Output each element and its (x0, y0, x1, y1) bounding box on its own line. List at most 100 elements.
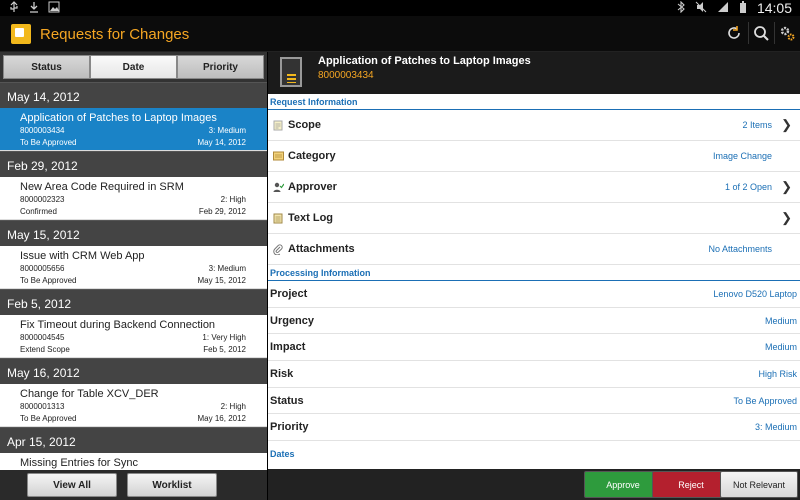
item-status: To Be Approved (20, 414, 77, 423)
row-label: Scope (288, 119, 322, 131)
clock: 14:05 (756, 0, 792, 16)
row-label: Approver (288, 181, 337, 193)
app-title: Requests for Changes (40, 26, 190, 43)
action-bar: Requests for Changes (0, 16, 800, 52)
item-title: Issue with CRM Web App (20, 250, 145, 262)
detail-title: Application of Patches to Laptop Images (318, 55, 531, 67)
text-log-row[interactable]: Text Log ❯ (268, 203, 800, 234)
item-date: Feb 5, 2012 (203, 345, 246, 354)
row-value: To Be Approved (733, 395, 797, 406)
row-value: Medium (764, 342, 797, 353)
search-icon[interactable] (748, 22, 770, 44)
item-status: Extend Scope (20, 345, 70, 354)
item-id: 8000002323 (20, 195, 65, 204)
row-label: Risk (270, 367, 294, 380)
chevron-right-icon: ❯ (781, 117, 792, 132)
list-item[interactable]: Application of Patches to Laptop Images … (0, 108, 267, 151)
item-priority: 3: Medium (208, 126, 246, 135)
detail-action-bar: Approve Reject Not Relevant (268, 469, 800, 500)
item-title: Change for Table XCV_DER (20, 388, 159, 400)
row-label: Project (270, 287, 308, 300)
item-date: May 14, 2012 (197, 138, 246, 147)
chevron-right-icon: ❯ (781, 210, 792, 225)
urgency-row: Urgency Medium (268, 308, 800, 335)
project-row: Project Lenovo D520 Laptop (268, 281, 800, 308)
list-item[interactable]: Issue with CRM Web App 8000005656 3: Medi… (0, 246, 267, 289)
list-item[interactable]: Missing Entries for Sync (0, 453, 267, 470)
approve-button[interactable]: Approve (584, 471, 662, 498)
battery-icon (739, 0, 747, 16)
detail-header: Application of Patches to Laptop Images … (268, 52, 800, 94)
status-row: Status To Be Approved (268, 388, 800, 415)
group-header: Feb 5, 2012 (0, 289, 267, 315)
list-item[interactable]: New Area Code Required in SRM 8000002323… (0, 177, 267, 220)
text-log-icon (272, 212, 284, 224)
group-header: May 15, 2012 (0, 220, 267, 246)
row-value: 2 Items (742, 120, 772, 130)
item-date: May 16, 2012 (197, 414, 246, 423)
scope-row[interactable]: Scope 2 Items ❯ (268, 110, 800, 141)
section-request-information: Request Information (268, 94, 800, 110)
image-icon (48, 1, 60, 13)
list-item[interactable]: Change for Table XCV_DER 8000001313 2: Hi… (0, 384, 267, 427)
bluetooth-icon (677, 0, 685, 16)
item-status: To Be Approved (20, 276, 77, 285)
mute-icon (695, 1, 707, 16)
not-relevant-button[interactable]: Not Relevant (720, 471, 798, 498)
settings-icon[interactable] (774, 22, 796, 44)
impact-row: Impact Medium (268, 334, 800, 362)
reject-button[interactable]: Reject (652, 471, 730, 498)
view-all-button[interactable]: View All (27, 473, 117, 497)
tab-priority[interactable]: Priority (177, 55, 264, 79)
detail-pane: Application of Patches to Laptop Images … (268, 52, 800, 500)
item-priority: 1: Very High (202, 333, 246, 342)
item-id: 8000003434 (20, 126, 65, 135)
row-label: Attachments (288, 243, 355, 255)
request-list-pane: Status Date Priority May 14, 2012 Applic… (0, 52, 267, 500)
row-label: Urgency (270, 314, 315, 327)
section-dates: Dates (270, 449, 295, 460)
sort-segmented-control: Status Date Priority (0, 52, 267, 82)
worklist-button[interactable]: Worklist (127, 473, 217, 497)
detail-id: 8000003434 (318, 70, 374, 81)
row-value: High Risk (758, 368, 797, 379)
scope-icon (272, 119, 284, 131)
group-header: Apr 15, 2012 (0, 427, 267, 453)
detail-body[interactable]: Request Information Scope 2 Items ❯ Cate… (268, 94, 800, 469)
attachment-icon (272, 243, 284, 255)
row-value: 3: Medium (754, 422, 797, 433)
approver-icon (272, 181, 284, 193)
row-label: Text Log (288, 212, 334, 224)
row-value: No Attachments (708, 244, 772, 254)
item-priority: 2: High (220, 195, 246, 204)
item-id: 8000004545 (20, 333, 65, 342)
item-title: Application of Patches to Laptop Images (20, 112, 217, 124)
chevron-right-icon: ❯ (781, 179, 792, 194)
item-id: 8000005656 (20, 264, 65, 273)
row-value: 1 of 2 Open (724, 182, 772, 192)
approver-row[interactable]: Approver 1 of 2 Open ❯ (268, 172, 800, 203)
item-date: Feb 29, 2012 (198, 207, 246, 216)
request-list[interactable]: May 14, 2012 Application of Patches to L… (0, 82, 267, 470)
row-label: Status (270, 394, 304, 407)
refresh-icon[interactable] (722, 22, 744, 44)
row-value: Image Change (712, 151, 772, 161)
download-icon (28, 1, 40, 13)
tab-status[interactable]: Status (3, 55, 90, 79)
item-title: New Area Code Required in SRM (20, 181, 184, 193)
category-icon (272, 150, 284, 162)
app-logo-icon[interactable] (11, 24, 31, 44)
list-item[interactable]: Fix Timeout during Backend Connection 80… (0, 315, 267, 358)
list-footer: View All Worklist (0, 470, 267, 500)
category-row: Category Image Change ❯ (268, 141, 800, 172)
item-status: Confirmed (20, 207, 57, 216)
item-status: To Be Approved (20, 138, 77, 147)
priority-row: Priority 3: Medium (268, 414, 800, 442)
group-header: Feb 29, 2012 (0, 151, 267, 177)
tab-date[interactable]: Date (90, 55, 177, 79)
row-label: Category (288, 150, 336, 162)
row-value: Lenovo D520 Laptop (713, 288, 797, 299)
signal-icon (717, 1, 729, 16)
section-processing-information: Processing Information (268, 265, 800, 281)
item-id: 8000001313 (20, 402, 65, 411)
